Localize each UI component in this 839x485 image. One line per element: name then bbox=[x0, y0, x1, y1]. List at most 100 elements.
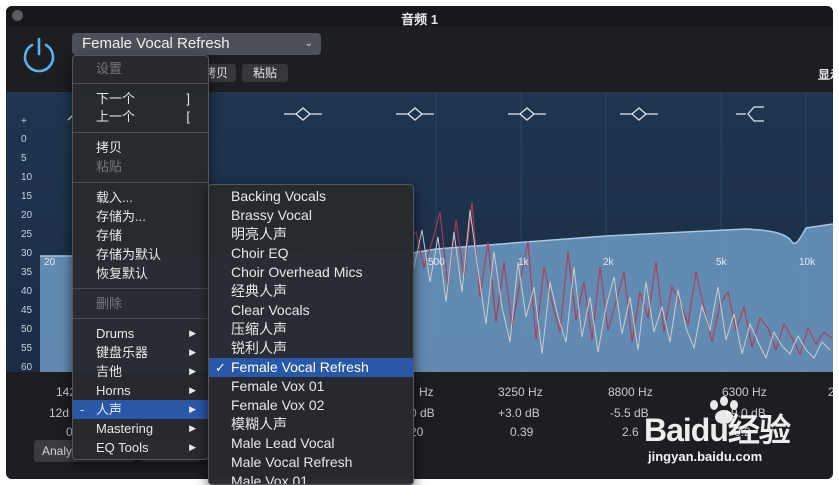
menu-item-load[interactable]: 载入... bbox=[73, 188, 208, 207]
submenu-arrow-icon: ▶ bbox=[189, 385, 196, 395]
menu-item-copy[interactable]: 拷贝 bbox=[73, 138, 208, 157]
db-scale-label: 30 bbox=[21, 248, 33, 259]
preset-menu: 设置 下一个 ] 上一个 [ 拷贝 粘贴 载入... 存储为... 存储 存储为… bbox=[72, 55, 209, 460]
submenu-arrow-icon: ▶ bbox=[189, 328, 196, 338]
band5-q[interactable]: 0.39 bbox=[510, 425, 533, 439]
band1-gain[interactable]: 12d bbox=[49, 406, 69, 420]
db-scale-label: 50 bbox=[21, 324, 33, 335]
show-button[interactable]: 显示 bbox=[818, 66, 833, 83]
menu-item-vocals[interactable]: - 人声 ▶ bbox=[73, 400, 208, 419]
submenu-item[interactable]: Choir EQ bbox=[209, 244, 413, 263]
menu-separator bbox=[73, 318, 208, 319]
submenu-arrow-icon: ▶ bbox=[189, 442, 196, 452]
menu-item-settings: 设置 bbox=[96, 61, 123, 76]
freq-label: 500 bbox=[428, 257, 445, 268]
submenu-item[interactable]: Brassy Vocal bbox=[209, 206, 413, 225]
chevron-down-icon: ⌄ bbox=[304, 38, 313, 49]
submenu-arrow-icon: ▶ bbox=[189, 366, 196, 376]
db-scale-label: 55 bbox=[21, 343, 33, 354]
submenu-item[interactable]: Female Vox 02 bbox=[209, 396, 413, 415]
db-scale-label: 20 bbox=[21, 210, 33, 221]
menu-item-label: 键盘乐器 bbox=[96, 345, 149, 360]
menu-item-label: EQ Tools bbox=[96, 440, 149, 455]
band-handle-icon bbox=[620, 107, 658, 121]
db-scale-label: 40 bbox=[21, 286, 33, 297]
menu-item-label: 上一个 bbox=[96, 109, 136, 124]
submenu-arrow-icon: ▶ bbox=[189, 423, 196, 433]
menu-item-restore-default[interactable]: 恢复默认 bbox=[73, 264, 208, 283]
menu-separator bbox=[73, 83, 208, 84]
menu-item-save-default[interactable]: 存储为默认 bbox=[73, 245, 208, 264]
menu-item-mastering[interactable]: Mastering ▶ bbox=[73, 419, 208, 438]
submenu-item[interactable]: Male Lead Vocal bbox=[209, 434, 413, 453]
band5-gain[interactable]: +3.0 dB bbox=[498, 406, 540, 420]
submenu-item[interactable]: Male Vocal Refresh bbox=[209, 453, 413, 472]
menu-item-guitar[interactable]: 吉他 ▶ bbox=[73, 362, 208, 381]
menu-separator bbox=[73, 182, 208, 183]
submenu-item[interactable]: 明亮人声 bbox=[209, 225, 413, 244]
submenu-item[interactable]: Female Vox 01 bbox=[209, 377, 413, 396]
band-handle-icon bbox=[284, 107, 322, 121]
watermark-logo: Baidu经验 bbox=[644, 412, 791, 448]
menu-item-paste: 粘贴 bbox=[96, 159, 123, 174]
checkmark-icon: ✓ bbox=[215, 360, 226, 375]
freq-label: 1k bbox=[518, 257, 529, 268]
menu-item-label: 下一个 bbox=[96, 91, 136, 106]
band5-freq[interactable]: 3250 Hz bbox=[498, 385, 543, 399]
title-bar: 音频 1 bbox=[6, 6, 833, 27]
db-scale-label: 35 bbox=[21, 267, 33, 278]
menu-item-label: Horns bbox=[96, 383, 131, 398]
band-handle-icon bbox=[396, 107, 434, 121]
preset-dropdown[interactable]: Female Vocal Refresh ⌄ bbox=[72, 33, 321, 55]
active-mark: - bbox=[80, 402, 85, 417]
menu-item-label: Drums bbox=[96, 326, 135, 341]
menu-item-save[interactable]: 存储 bbox=[73, 226, 208, 245]
band-handle-icon bbox=[508, 107, 546, 121]
band4-freq[interactable]: Hz bbox=[419, 385, 434, 399]
menu-item-eq-tools[interactable]: EQ Tools ▶ bbox=[73, 438, 208, 457]
db-scale-label: 0 bbox=[21, 134, 27, 145]
band6-q[interactable]: 2.6 bbox=[622, 425, 639, 439]
high-shelf-icon bbox=[736, 106, 764, 122]
submenu-item-selected[interactable]: ✓ Female Vocal Refresh bbox=[209, 358, 413, 377]
freq-label: 10k bbox=[799, 257, 816, 268]
power-icon[interactable] bbox=[20, 36, 58, 74]
freq-label: 5k bbox=[716, 257, 727, 268]
vocal-presets-submenu: Backing Vocals Brassy Vocal 明亮人声 Choir E… bbox=[208, 184, 414, 485]
menu-separator bbox=[73, 132, 208, 133]
submenu-item[interactable]: 经典人声 bbox=[209, 282, 413, 301]
menu-item-next[interactable]: 下一个 ] bbox=[73, 89, 208, 108]
db-scale-plus: + bbox=[21, 116, 27, 127]
db-scale-label: 10 bbox=[21, 172, 33, 183]
watermark-url: jingyan.baidu.com bbox=[648, 449, 763, 464]
menu-item-save-as[interactable]: 存储为... bbox=[73, 207, 208, 226]
paste-button[interactable]: 粘贴 bbox=[242, 64, 288, 82]
submenu-item[interactable]: Choir Overhead Mics bbox=[209, 263, 413, 282]
preset-name: Female Vocal Refresh bbox=[82, 35, 230, 52]
submenu-item[interactable]: Clear Vocals bbox=[209, 301, 413, 320]
menu-item-label: Mastering bbox=[96, 421, 154, 436]
submenu-item[interactable]: 模糊人声 bbox=[209, 415, 413, 434]
submenu-item[interactable]: 锐利人声 bbox=[209, 339, 413, 358]
freq-label: 20 bbox=[44, 257, 56, 268]
submenu-arrow-icon: ▶ bbox=[189, 347, 196, 357]
freq-label: 2k bbox=[603, 257, 614, 268]
shortcut-label: [ bbox=[186, 109, 190, 124]
menu-item-label: 吉他 bbox=[96, 364, 123, 379]
db-scale-label: 25 bbox=[21, 229, 33, 240]
db-scale-label: 15 bbox=[21, 191, 33, 202]
submenu-item[interactable]: Backing Vocals bbox=[209, 187, 413, 206]
submenu-arrow-icon: ▶ bbox=[189, 404, 196, 414]
baidu-watermark: Baidu经验 jingyan.baidu.com bbox=[638, 395, 834, 470]
menu-item-horns[interactable]: Horns ▶ bbox=[73, 381, 208, 400]
submenu-item[interactable]: Male Vox 01 bbox=[209, 472, 413, 484]
shortcut-label: ] bbox=[186, 91, 190, 106]
menu-item-label: 人声 bbox=[96, 402, 123, 417]
menu-item-keyboards[interactable]: 键盘乐器 ▶ bbox=[73, 343, 208, 362]
db-scale-label: 45 bbox=[21, 305, 33, 316]
submenu-item[interactable]: 压缩人声 bbox=[209, 320, 413, 339]
menu-item-previous[interactable]: 上一个 [ bbox=[73, 107, 208, 126]
submenu-item-label: Female Vocal Refresh bbox=[231, 359, 369, 375]
menu-item-drums[interactable]: Drums ▶ bbox=[73, 324, 208, 343]
menu-separator bbox=[73, 288, 208, 289]
